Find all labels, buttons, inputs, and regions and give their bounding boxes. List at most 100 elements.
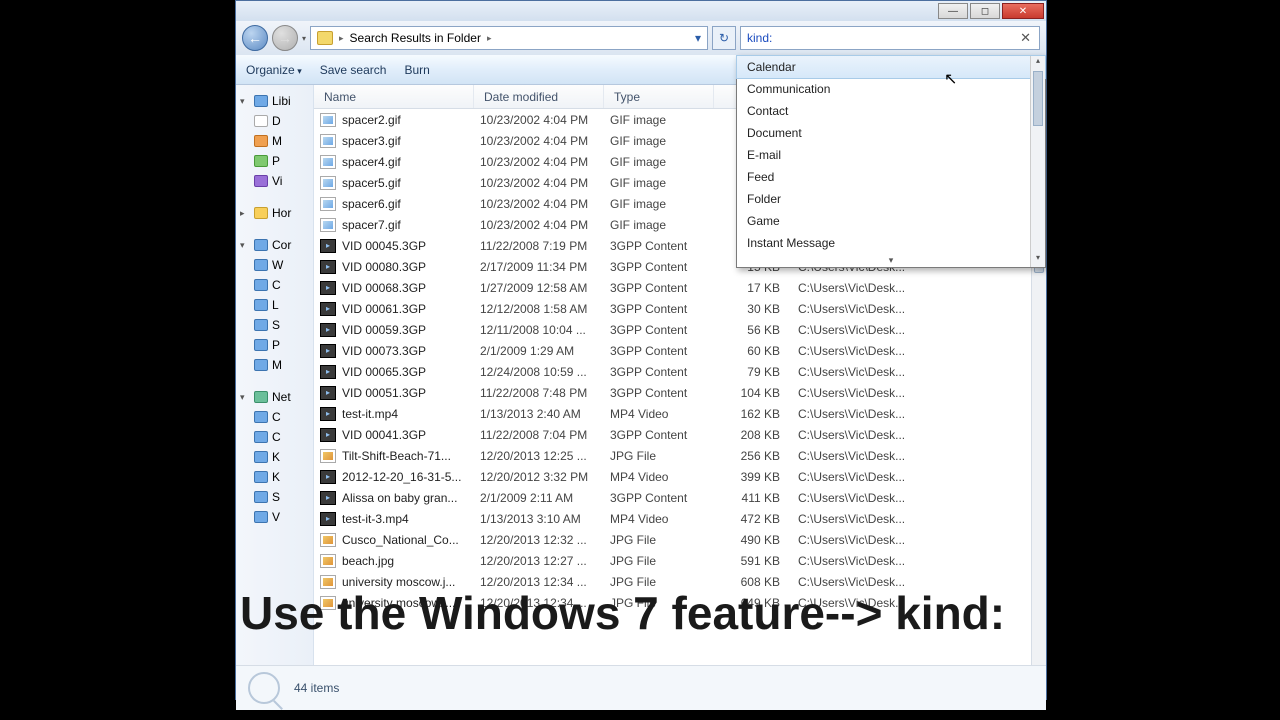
file-name: VID 00051.3GP xyxy=(342,386,480,400)
file-type: MP4 Video xyxy=(610,470,720,484)
file-folder: C:\Users\Vic\Desk... xyxy=(788,344,1046,358)
col-name[interactable]: Name xyxy=(314,85,474,108)
file-type: GIF image xyxy=(610,197,720,211)
breadcrumb-label[interactable]: Search Results in Folder xyxy=(350,31,481,45)
sidebar-item[interactable]: K xyxy=(240,447,309,467)
file-name: Tilt-Shift-Beach-71... xyxy=(342,449,480,463)
sidebar-item[interactable]: M xyxy=(240,131,309,151)
file-type: 3GPP Content xyxy=(610,260,720,274)
col-type[interactable]: Type xyxy=(604,85,714,108)
file-icon xyxy=(320,260,336,274)
scroll-down-icon[interactable]: ▾ xyxy=(1031,253,1045,267)
file-name: VID 00045.3GP xyxy=(342,239,480,253)
sidebar-item[interactable]: S xyxy=(240,487,309,507)
refresh-button[interactable]: ↻ xyxy=(712,26,736,50)
file-row[interactable]: Cusco_National_Co... 12/20/2013 12:32 ..… xyxy=(314,529,1046,550)
address-dropdown-icon[interactable]: ▾ xyxy=(695,31,701,45)
file-row[interactable]: Tilt-Shift-Beach-71... 12/20/2013 12:25 … xyxy=(314,445,1046,466)
file-row[interactable]: VID 00068.3GP 1/27/2009 12:58 AM 3GPP Co… xyxy=(314,277,1046,298)
maximize-button[interactable]: ◻ xyxy=(970,3,1000,19)
file-size: 472 KB xyxy=(720,512,788,526)
breadcrumb-sep[interactable]: ▸ xyxy=(339,33,344,44)
sidebar-item[interactable]: P xyxy=(240,335,309,355)
file-name: spacer4.gif xyxy=(342,155,480,169)
file-folder: C:\Users\Vic\Desk... xyxy=(788,407,1046,421)
minimize-button[interactable]: — xyxy=(938,3,968,19)
file-type: 3GPP Content xyxy=(610,491,720,505)
sidebar-item[interactable]: Vi xyxy=(240,171,309,191)
sidebar-item[interactable]: W xyxy=(240,255,309,275)
file-type: JPG File xyxy=(610,554,720,568)
nav-history-dropdown[interactable]: ▾ xyxy=(302,34,306,43)
dropdown-item[interactable]: E-mail xyxy=(737,144,1045,166)
file-size: 104 KB xyxy=(720,386,788,400)
sidebar-item[interactable]: V xyxy=(240,507,309,527)
scroll-up-icon[interactable]: ▴ xyxy=(1031,56,1045,70)
burn-button[interactable]: Burn xyxy=(404,63,429,77)
file-row[interactable]: VID 00061.3GP 12/12/2008 1:58 AM 3GPP Co… xyxy=(314,298,1046,319)
dropdown-item[interactable]: Instant Message xyxy=(737,232,1045,254)
file-folder: C:\Users\Vic\Desk... xyxy=(788,386,1046,400)
item-count: 44 items xyxy=(294,681,339,695)
sidebar-homegroup[interactable]: ▸Hor xyxy=(240,203,309,223)
sidebar-item[interactable]: P xyxy=(240,151,309,171)
file-row[interactable]: 2012-12-20_16-31-5... 12/20/2012 3:32 PM… xyxy=(314,466,1046,487)
sidebar-item[interactable]: S xyxy=(240,315,309,335)
folder-icon xyxy=(317,31,333,45)
sidebar-item[interactable]: M xyxy=(240,355,309,375)
close-button[interactable]: ✕ xyxy=(1002,3,1044,19)
sidebar-item[interactable]: L xyxy=(240,295,309,315)
sidebar-item[interactable]: C xyxy=(240,427,309,447)
dropdown-more-icon[interactable]: ▾ xyxy=(737,254,1045,267)
clear-search-icon[interactable]: ✕ xyxy=(1012,30,1039,46)
file-icon xyxy=(320,386,336,400)
sidebar-item[interactable]: K xyxy=(240,467,309,487)
file-row[interactable]: VID 00065.3GP 12/24/2008 10:59 ... 3GPP … xyxy=(314,361,1046,382)
file-row[interactable]: beach.jpg 12/20/2013 12:27 ... JPG File … xyxy=(314,550,1046,571)
sidebar-computer[interactable]: ▾Cor xyxy=(240,235,309,255)
file-row[interactable]: test-it.mp4 1/13/2013 2:40 AM MP4 Video … xyxy=(314,403,1046,424)
file-icon xyxy=(320,449,336,463)
file-date: 10/23/2002 4:04 PM xyxy=(480,155,610,169)
dropdown-item[interactable]: Document xyxy=(737,122,1045,144)
file-row[interactable]: VID 00059.3GP 12/11/2008 10:04 ... 3GPP … xyxy=(314,319,1046,340)
file-row[interactable]: VID 00041.3GP 11/22/2008 7:04 PM 3GPP Co… xyxy=(314,424,1046,445)
file-name: VID 00080.3GP xyxy=(342,260,480,274)
back-button[interactable]: ← xyxy=(242,25,268,51)
file-size: 162 KB xyxy=(720,407,788,421)
file-row[interactable]: Alissa on baby gran... 2/1/2009 2:11 AM … xyxy=(314,487,1046,508)
file-type: 3GPP Content xyxy=(610,386,720,400)
search-input[interactable] xyxy=(741,31,1012,45)
dropdown-item[interactable]: Folder xyxy=(737,188,1045,210)
dropdown-scroll-thumb[interactable] xyxy=(1033,71,1043,126)
col-date[interactable]: Date modified xyxy=(474,85,604,108)
sidebar-item[interactable]: C xyxy=(240,275,309,295)
dropdown-scrollbar[interactable]: ▴ ▾ xyxy=(1030,56,1045,267)
breadcrumb-sep[interactable]: ▸ xyxy=(487,33,492,44)
forward-button[interactable]: → xyxy=(272,25,298,51)
save-search-button[interactable]: Save search xyxy=(320,63,387,77)
dropdown-item[interactable]: Feed xyxy=(737,166,1045,188)
addressbar[interactable]: ▸ Search Results in Folder ▸ ▾ xyxy=(310,26,708,50)
organize-menu[interactable]: Organize xyxy=(246,63,302,77)
sidebar-network[interactable]: ▾Net xyxy=(240,387,309,407)
file-date: 10/23/2002 4:04 PM xyxy=(480,197,610,211)
file-folder: C:\Users\Vic\Desk... xyxy=(788,554,1046,568)
file-row[interactable]: test-it-3.mp4 1/13/2013 3:10 AM MP4 Vide… xyxy=(314,508,1046,529)
file-date: 10/23/2002 4:04 PM xyxy=(480,134,610,148)
dropdown-item[interactable]: Contact xyxy=(737,100,1045,122)
dropdown-item[interactable]: Calendar xyxy=(736,55,1046,79)
file-date: 1/13/2013 3:10 AM xyxy=(480,512,610,526)
file-name: VID 00041.3GP xyxy=(342,428,480,442)
file-date: 10/23/2002 4:04 PM xyxy=(480,176,610,190)
file-row[interactable]: VID 00051.3GP 11/22/2008 7:48 PM 3GPP Co… xyxy=(314,382,1046,403)
dropdown-item[interactable]: Communication xyxy=(737,78,1045,100)
file-folder: C:\Users\Vic\Desk... xyxy=(788,533,1046,547)
sidebar-item[interactable]: D xyxy=(240,111,309,131)
sidebar-libraries[interactable]: ▾Libi xyxy=(240,91,309,111)
dropdown-item[interactable]: Game xyxy=(737,210,1045,232)
sidebar-item[interactable]: C xyxy=(240,407,309,427)
file-type: 3GPP Content xyxy=(610,365,720,379)
search-box[interactable]: ✕ xyxy=(740,26,1040,50)
file-row[interactable]: VID 00073.3GP 2/1/2009 1:29 AM 3GPP Cont… xyxy=(314,340,1046,361)
